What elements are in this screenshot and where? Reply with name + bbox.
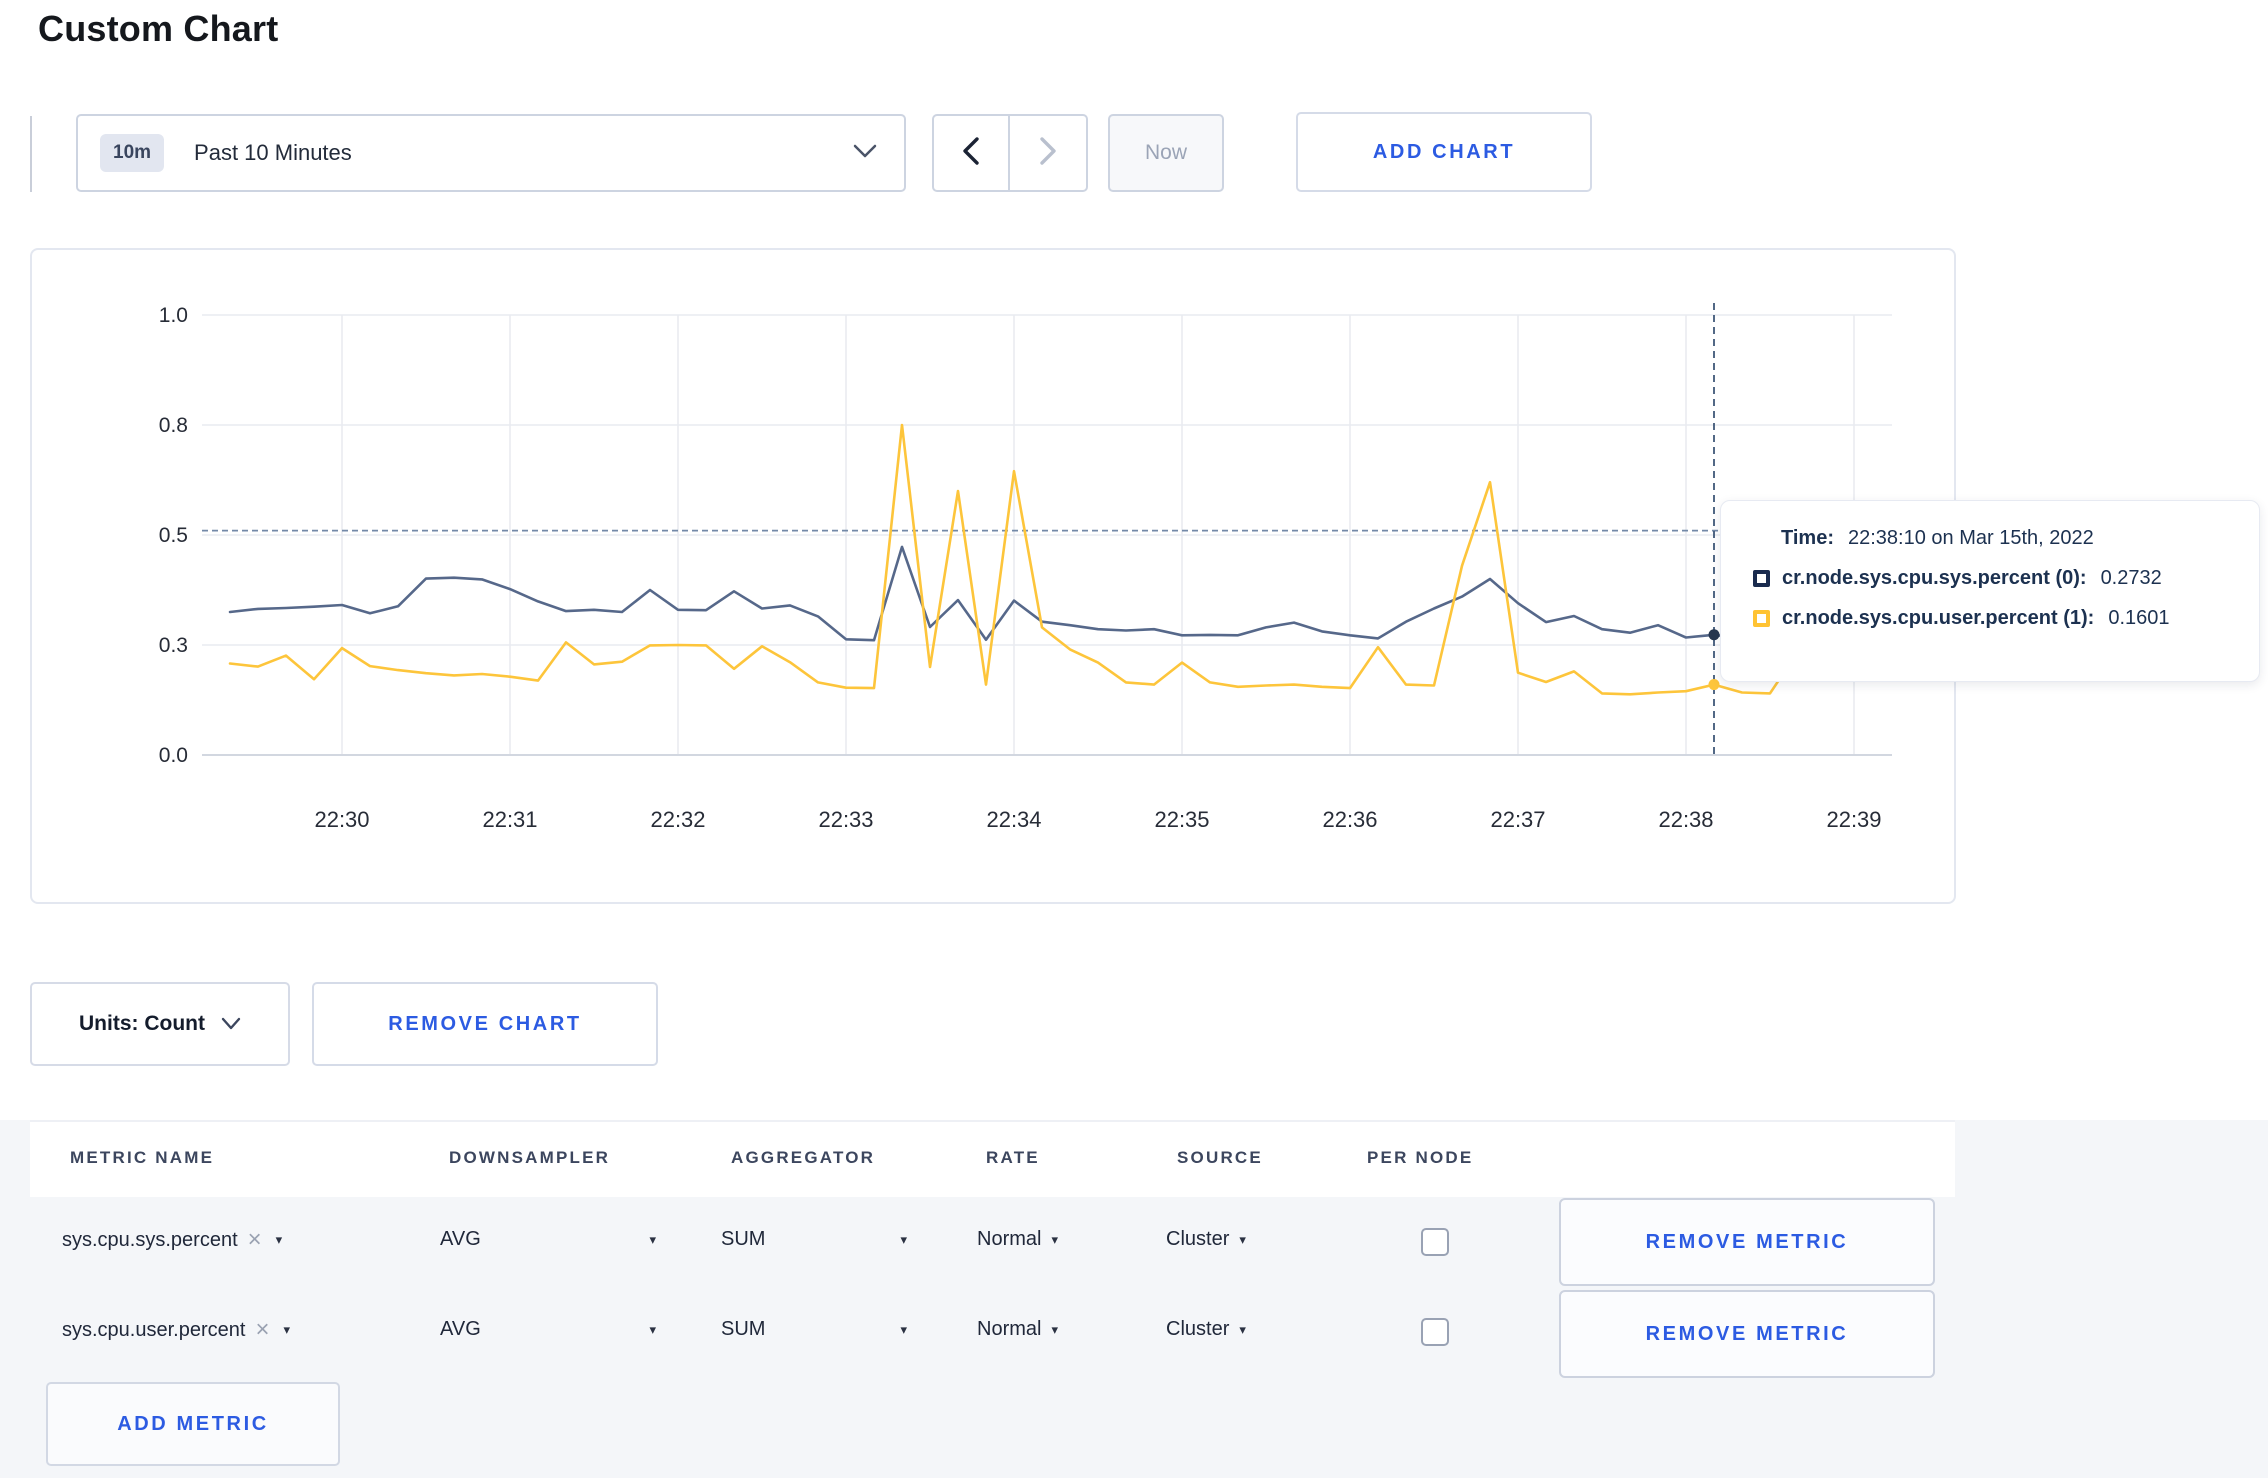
caret-down-icon: ▾ [1051, 1321, 1058, 1337]
caret-down-icon: ▾ [1239, 1231, 1246, 1247]
page-title: Custom Chart [38, 8, 279, 49]
add-chart-button[interactable]: ADD CHART [1296, 112, 1592, 192]
remove-chart-button[interactable]: REMOVE CHART [312, 982, 658, 1066]
chevron-right-icon [1038, 136, 1058, 171]
tooltip-time-value: 22:38:10 on Mar 15th, 2022 [1847, 527, 2094, 549]
col-header-source: SOURCE [1177, 1148, 1263, 1167]
add-metric-button[interactable]: ADD METRIC [46, 1382, 340, 1466]
col-header-aggregator: AGGREGATOR [731, 1148, 876, 1167]
x-tick-label: 22:38 [1658, 807, 1713, 832]
metric-name-select[interactable]: sys.cpu.user.percent × ▾ [62, 1318, 290, 1342]
metric-name-select[interactable]: sys.cpu.sys.percent × ▾ [62, 1228, 282, 1252]
remove-metric-button[interactable]: REMOVE METRIC [1559, 1290, 1935, 1378]
col-header-rate: RATE [986, 1148, 1040, 1167]
caret-down-icon: ▾ [900, 1231, 907, 1247]
time-range-badge: 10m [100, 134, 165, 172]
tooltip-time-label: Time: [1781, 527, 1834, 549]
tooltip-series-value: 0.1601 [2108, 607, 2170, 629]
caret-down-icon: ▾ [649, 1321, 656, 1337]
remove-tag-icon[interactable]: × [248, 1228, 262, 1252]
hover-point-user [1708, 679, 1720, 691]
source-select[interactable]: Cluster ▾ [1166, 1228, 1246, 1251]
aggregator-select[interactable]: SUM [721, 1228, 765, 1251]
y-tick-label: 1.0 [159, 304, 188, 327]
x-tick-label: 22:30 [314, 807, 369, 832]
downsampler-select[interactable]: AVG [440, 1318, 481, 1341]
chevron-down-icon [221, 1012, 241, 1036]
x-tick-label: 22:33 [818, 807, 873, 832]
toolbar-divider [30, 116, 32, 192]
x-tick-label: 22:36 [1322, 807, 1377, 832]
series-line-sys [228, 545, 1884, 642]
caret-down-icon: ▾ [900, 1321, 907, 1337]
source-select[interactable]: Cluster ▾ [1166, 1318, 1246, 1341]
time-range-dropdown[interactable]: 10m Past 10 Minutes [76, 114, 906, 192]
rate-select[interactable]: Normal ▾ [977, 1228, 1058, 1251]
tooltip-series-label: cr.node.sys.cpu.user.percent (1): [1782, 607, 2095, 629]
rate-select[interactable]: Normal ▾ [977, 1318, 1058, 1341]
downsampler-select[interactable]: AVG [440, 1228, 481, 1251]
x-tick-label: 22:31 [482, 807, 537, 832]
x-tick-label: 22:39 [1826, 807, 1881, 832]
y-tick-label: 0.3 [159, 634, 188, 657]
timeseries-chart[interactable]: 22:30 22:31 22:32 22:33 22:34 22:35 22:36 22:37… [32, 250, 1954, 902]
y-tick-label: 0.5 [159, 524, 188, 547]
y-tick-label: 0.8 [159, 414, 188, 437]
time-pager [932, 114, 1088, 192]
tooltip-series-label: cr.node.sys.cpu.sys.percent (0): [1782, 567, 2087, 589]
chart-card: 22:30 22:31 22:32 22:33 22:34 22:35 22:36 22:37… [30, 248, 1956, 904]
col-header-metric-name: METRIC NAME [70, 1148, 215, 1167]
x-tick-label: 22:37 [1490, 807, 1545, 832]
hover-point-sys [1708, 629, 1720, 641]
units-label: Units: Count [79, 1012, 205, 1035]
caret-down-icon: ▾ [1239, 1321, 1246, 1337]
now-button[interactable]: Now [1108, 114, 1224, 192]
col-header-downsampler: DOWNSAMPLER [449, 1148, 611, 1167]
next-interval-button[interactable] [1010, 116, 1086, 190]
per-node-checkbox[interactable] [1421, 1228, 1449, 1256]
y-tick-label: 0.0 [159, 744, 188, 767]
chevron-left-icon [961, 136, 981, 171]
chevron-down-icon [852, 143, 878, 164]
caret-down-icon: ▾ [283, 1322, 290, 1337]
aggregator-select[interactable]: SUM [721, 1318, 765, 1341]
time-range-label: Past 10 Minutes [194, 140, 352, 165]
caret-down-icon: ▾ [275, 1232, 283, 1247]
custom-chart-page: Custom Chart 10m Past 10 Minutes Now ADD… [0, 0, 2268, 1478]
col-header-per-node: PER NODE [1367, 1148, 1474, 1167]
x-tick-label: 22:34 [986, 807, 1041, 832]
series-line-user [228, 423, 1884, 696]
series-swatch-sys-icon [1753, 570, 1770, 587]
x-tick-label: 22:32 [650, 807, 705, 832]
remove-tag-icon[interactable]: × [255, 1318, 269, 1342]
series-swatch-user-icon [1753, 610, 1770, 627]
chart-hover-tooltip: Time: 22:38:10 on Mar 15th, 2022 cr.node… [1720, 500, 2260, 682]
tooltip-series-value: 0.2732 [2100, 567, 2162, 589]
per-node-checkbox[interactable] [1421, 1318, 1449, 1346]
caret-down-icon: ▾ [1051, 1231, 1058, 1247]
x-tick-label: 22:35 [1154, 807, 1209, 832]
units-dropdown[interactable]: Units: Count [30, 982, 290, 1066]
caret-down-icon: ▾ [649, 1231, 656, 1247]
remove-metric-button[interactable]: REMOVE METRIC [1559, 1198, 1935, 1286]
prev-interval-button[interactable] [934, 116, 1010, 190]
